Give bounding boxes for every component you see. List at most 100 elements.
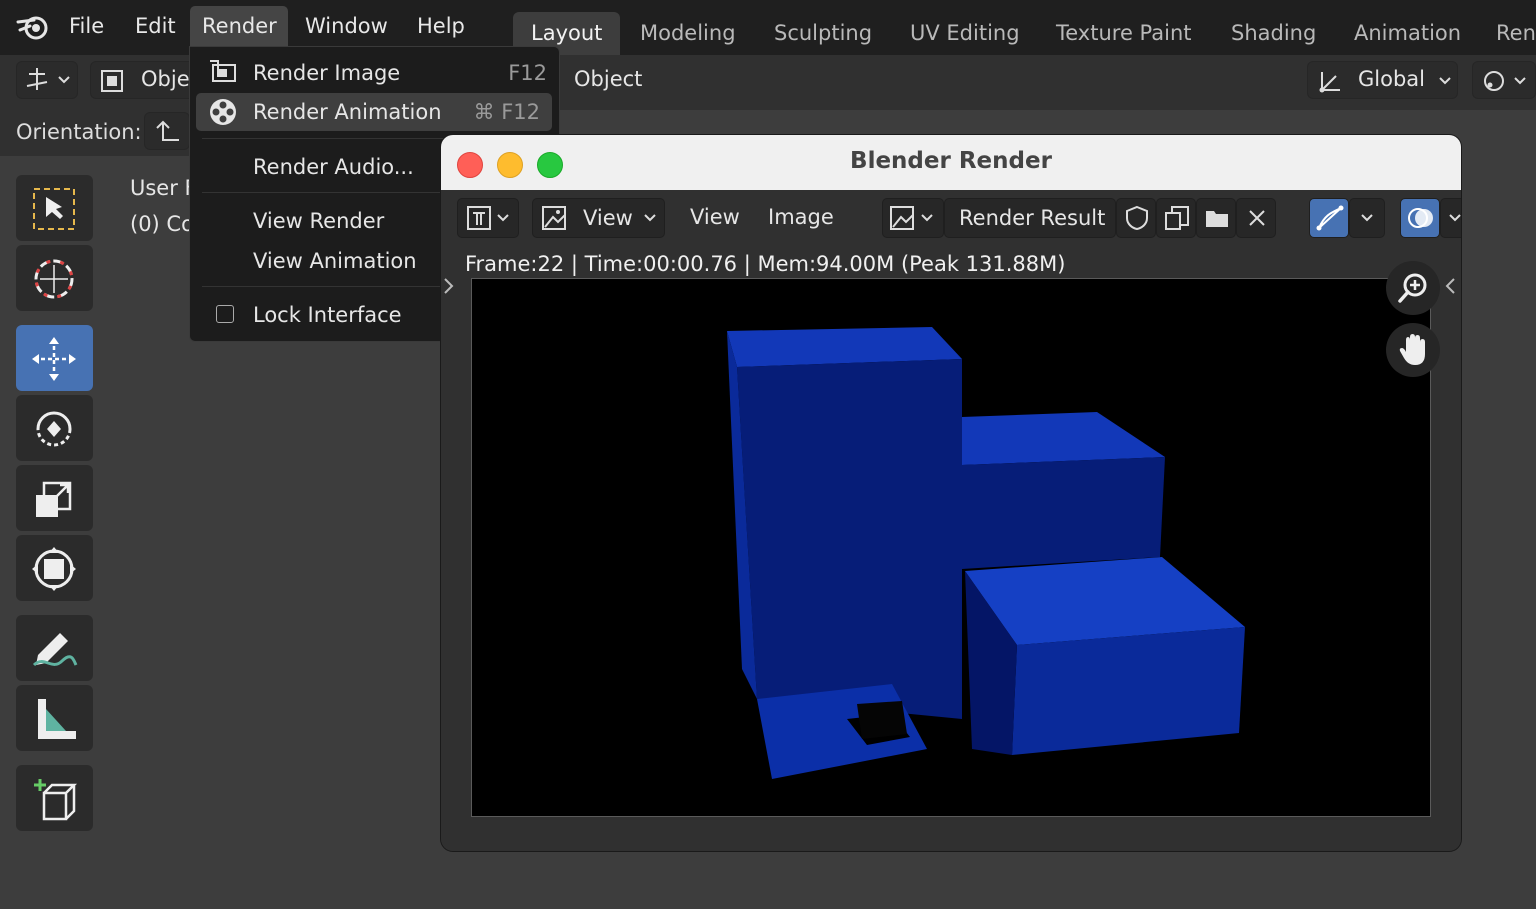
rotate-icon <box>36 411 72 447</box>
chevron-down-icon <box>1361 214 1373 222</box>
render-stats-overlay: Frame:22 | Time:00:00.76 | Mem:94.00M (P… <box>465 252 1066 276</box>
fake-user-button[interactable] <box>1116 198 1156 238</box>
unlink-image-button[interactable] <box>1236 198 1276 238</box>
add-cube-icon <box>34 779 78 821</box>
menu-item-label: Render Audio... <box>253 155 414 179</box>
orientation-label: Orientation: <box>16 120 142 144</box>
select-box-icon <box>33 188 75 230</box>
tab-texture-paint[interactable]: Texture Paint <box>1038 12 1210 55</box>
pivot-icon <box>1484 71 1526 91</box>
tab-sculpting[interactable]: Sculpting <box>756 12 890 55</box>
gizmo-icon <box>1316 205 1344 231</box>
measure-tool[interactable] <box>16 685 93 751</box>
overlays-toggle-button[interactable] <box>1400 198 1440 238</box>
chevron-down-icon <box>1449 214 1461 222</box>
lock-interface-checkbox[interactable] <box>216 305 234 323</box>
menu-item-label: Render Animation <box>253 100 442 124</box>
move-icon <box>32 337 76 381</box>
image-menu[interactable]: Image <box>768 198 834 236</box>
image-editor-header: View View Image Render Result <box>441 190 1461 245</box>
menu-item-label: View Render <box>253 209 385 233</box>
render-result-canvas[interactable] <box>471 278 1431 817</box>
transform-orientation-dropdown[interactable]: Global <box>1307 61 1458 99</box>
blender-logo-icon[interactable] <box>16 12 52 42</box>
render-window: Blender Render View View Image Render Re… <box>441 135 1461 851</box>
cursor-icon <box>34 259 74 299</box>
menu-item-render-image[interactable]: Render Image F12 <box>190 54 559 92</box>
image-editor-icon <box>467 206 509 230</box>
transform-tool[interactable] <box>16 535 93 601</box>
menu-item-label: Render Image <box>253 61 401 85</box>
object-menu[interactable]: Object <box>574 67 642 91</box>
menu-item-label: View Animation <box>253 249 417 273</box>
render-window-title: Blender Render <box>850 148 1052 174</box>
menu-item-shortcut: ⌘ F12 <box>473 100 540 124</box>
tab-modeling[interactable]: Modeling <box>622 12 754 55</box>
zoom-button[interactable] <box>1386 261 1440 315</box>
tab-animation[interactable]: Animation <box>1336 12 1479 55</box>
pan-button[interactable] <box>1386 323 1440 377</box>
object-mode-icon <box>101 70 123 92</box>
zoom-in-icon <box>1398 273 1427 303</box>
render-window-titlebar: Blender Render <box>441 135 1461 190</box>
duplicate-icon <box>1165 206 1189 230</box>
menu-window[interactable]: Window <box>293 6 400 46</box>
transform-icon <box>32 547 76 591</box>
menu-help[interactable]: Help <box>405 6 477 46</box>
viewport-perspective-label: User F <box>130 176 197 200</box>
close-icon <box>1249 210 1265 226</box>
region-expand-icon[interactable] <box>441 277 455 295</box>
view-mode-label: View <box>583 206 633 230</box>
view-menu[interactable]: View <box>690 198 740 236</box>
browse-image-button[interactable] <box>882 198 944 238</box>
measure-ruler-icon <box>38 699 76 739</box>
render-image-icon <box>210 60 236 82</box>
rotate-tool[interactable] <box>16 395 93 461</box>
gizmo-toggle-button[interactable] <box>1309 198 1349 238</box>
select-box-tool[interactable] <box>16 175 93 241</box>
mode-selector[interactable]: Obje <box>90 61 195 99</box>
sidebar-toggle-icon[interactable] <box>1444 277 1458 295</box>
gizmo-options-dropdown[interactable] <box>1349 198 1385 238</box>
menu-item-shortcut: F12 <box>508 61 547 85</box>
overlays-options-dropdown[interactable] <box>1440 198 1461 238</box>
hand-icon <box>1399 334 1425 365</box>
tab-rendering[interactable]: Ren <box>1478 12 1536 55</box>
tab-uv-editing[interactable]: UV Editing <box>892 12 1038 55</box>
cursor-tool[interactable] <box>16 245 93 311</box>
image-name-value: Render Result <box>959 206 1106 230</box>
menu-edit[interactable]: Edit <box>123 6 188 46</box>
menu-item-render-animation[interactable]: Render Animation ⌘ F12 <box>196 93 552 131</box>
menu-file[interactable]: File <box>57 6 116 46</box>
annotate-pen-icon <box>32 633 78 667</box>
image-browse-icon <box>890 206 933 230</box>
mode-label: Obje <box>141 67 190 91</box>
move-tool[interactable] <box>16 325 93 391</box>
menu-item-label: Lock Interface <box>253 303 402 327</box>
orientation-value: Global <box>1358 67 1425 91</box>
orientation-axes-icon <box>1319 72 1340 93</box>
image-view-icon <box>542 206 566 230</box>
editor-type-button[interactable] <box>16 61 78 99</box>
shield-icon <box>1126 205 1148 231</box>
tool-orientation-button[interactable] <box>144 112 190 150</box>
open-image-button[interactable] <box>1196 198 1236 238</box>
pivot-point-dropdown[interactable] <box>1472 61 1536 99</box>
rendered-scene-image <box>472 279 1430 816</box>
folder-icon <box>1206 211 1228 227</box>
annotate-tool[interactable] <box>16 615 93 681</box>
render-animation-icon <box>210 99 236 125</box>
view-mode-dropdown[interactable]: View <box>532 198 665 238</box>
viewport-collection-label: (0) Co <box>130 212 194 236</box>
overlays-icon <box>1408 208 1433 228</box>
new-image-button[interactable] <box>1156 198 1196 238</box>
menu-render[interactable]: Render <box>190 6 288 46</box>
chevron-down-icon <box>1439 77 1451 85</box>
image-name-field[interactable]: Render Result <box>944 198 1116 238</box>
tab-shading[interactable]: Shading <box>1213 12 1334 55</box>
chevron-down-icon <box>644 214 656 222</box>
scale-icon <box>36 481 72 517</box>
editor-type-button[interactable] <box>457 198 519 238</box>
add-cube-tool[interactable] <box>16 765 93 831</box>
scale-tool[interactable] <box>16 465 93 531</box>
